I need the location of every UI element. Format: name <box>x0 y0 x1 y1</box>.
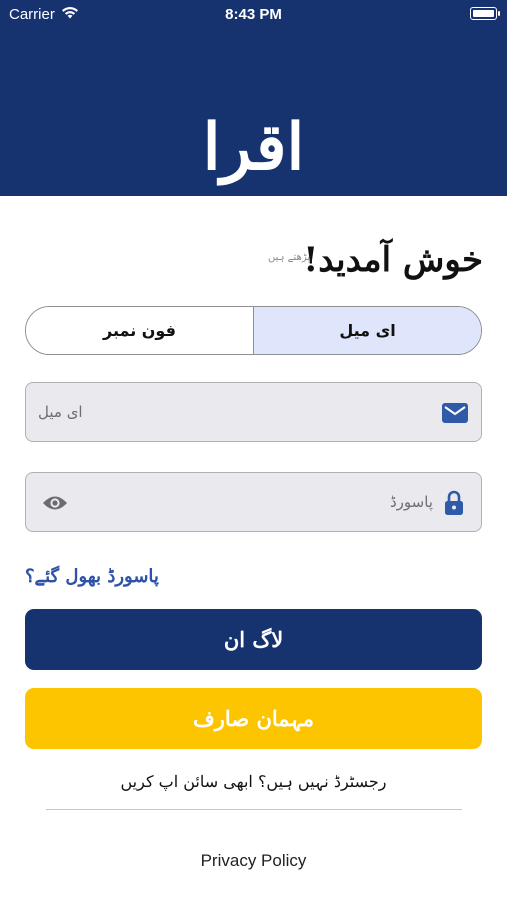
segment-phone[interactable]: فون نمبر <box>26 307 253 354</box>
privacy-policy-link[interactable]: Privacy Policy <box>0 851 507 871</box>
signup-link[interactable]: رجسٹرڈ نہیں ہیں؟ ابھی سائن اپ کریں <box>0 772 507 791</box>
app-header: Carrier 8:43 PM اقرا <box>0 0 507 196</box>
divider <box>46 809 462 810</box>
email-placeholder: ای میل <box>38 403 83 421</box>
mail-icon <box>442 400 468 426</box>
login-method-segment: فون نمبر ای میل <box>25 306 482 355</box>
forgot-password-link[interactable]: پاسورڈ بھول گئے؟ <box>25 566 159 587</box>
login-button[interactable]: لاگ ان <box>25 609 482 670</box>
app-logo: اقرا <box>202 110 305 185</box>
welcome-subtitle: پڑھتے ہیں <box>268 252 311 263</box>
guest-user-button[interactable]: مہمان صارف <box>25 688 482 749</box>
email-field[interactable]: ای میل <box>25 382 482 442</box>
eye-icon[interactable] <box>42 490 68 516</box>
segment-email[interactable]: ای میل <box>254 307 481 354</box>
status-bar: Carrier 8:43 PM <box>0 0 507 30</box>
welcome-title: خوش آمدید! <box>303 240 483 280</box>
battery-icon <box>470 7 500 20</box>
password-placeholder: پاسورڈ <box>390 493 433 511</box>
status-time: 8:43 PM <box>225 6 282 23</box>
lock-icon <box>441 490 467 516</box>
password-field[interactable]: پاسورڈ <box>25 472 482 532</box>
